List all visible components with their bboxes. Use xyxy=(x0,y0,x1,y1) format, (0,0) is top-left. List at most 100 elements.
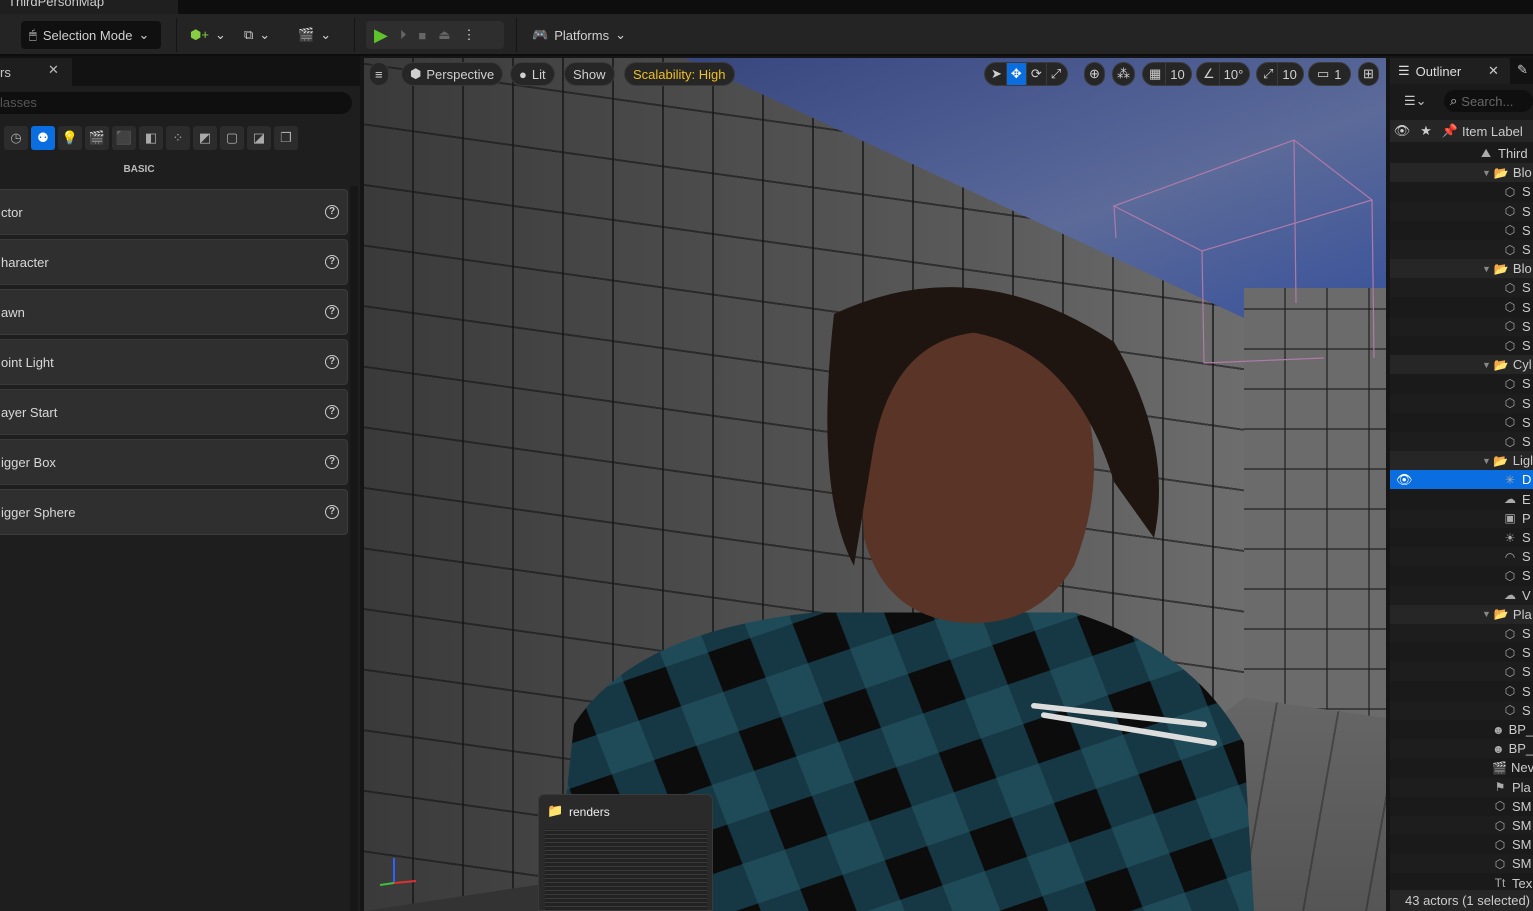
stop-icon[interactable]: ■ xyxy=(418,28,426,43)
outliner-row[interactable]: ⬡ S xyxy=(1390,432,1533,451)
place-actors-tab[interactable]: rs xyxy=(0,58,72,86)
actor-item[interactable]: igger Sphere? xyxy=(0,489,348,535)
outliner-row[interactable]: ⬡ S xyxy=(1390,700,1533,720)
close-icon[interactable]: ✕ xyxy=(1488,63,1499,79)
outliner-row[interactable]: ⬡ S xyxy=(1390,182,1533,201)
outliner-row[interactable]: ☻ BP_ xyxy=(1390,739,1533,759)
level-viewport[interactable]: ≡ ⬢ Perspective ● Lit Show Scalability: Hi… xyxy=(364,58,1386,911)
outliner-row[interactable]: ⬡ S xyxy=(1390,413,1533,432)
scalability-button[interactable]: Scalability: High xyxy=(624,62,735,86)
help-icon[interactable]: ? xyxy=(325,405,339,419)
grid-snap[interactable]: ▦ 10 xyxy=(1142,62,1192,86)
platforms-dropdown[interactable]: 🎮 Platforms ⌄ xyxy=(532,21,626,49)
edit-icon[interactable]: ✎ xyxy=(1517,62,1528,78)
play-icon[interactable]: ▶ xyxy=(374,25,388,46)
level-tab[interactable]: ThirdPersonMap xyxy=(0,0,178,14)
surface-snap-toggle[interactable]: ⁂ xyxy=(1112,62,1135,86)
other-icon[interactable]: ❐ xyxy=(274,126,298,150)
filter-icon[interactable]: ☰⌄ xyxy=(1404,93,1427,109)
close-icon[interactable]: ✕ xyxy=(48,62,59,78)
outliner-folder[interactable]: ▼ 📂 Pla xyxy=(1390,604,1533,624)
basic-icon[interactable]: ⚉ xyxy=(31,126,55,150)
outliner-folder[interactable]: ▼ 📂 Blo xyxy=(1390,163,1533,183)
expand-arrow-icon[interactable]: ▼ xyxy=(1482,360,1491,370)
scrollbar[interactable] xyxy=(350,186,358,911)
outliner-row[interactable]: ⚑ Pla xyxy=(1390,777,1533,797)
outliner-row[interactable]: 🎬 Nev xyxy=(1390,758,1533,777)
help-icon[interactable]: ? xyxy=(325,205,339,219)
outliner-folder[interactable]: ▼ 📂 Blo xyxy=(1390,259,1533,279)
outliner-row[interactable]: ⬡ S xyxy=(1390,278,1533,298)
outliner-row[interactable]: ⬡ S xyxy=(1390,298,1533,317)
rotation-snap[interactable]: ∠ 10° xyxy=(1196,62,1251,86)
recent-icon[interactable]: ◷ xyxy=(4,126,28,150)
outliner-folder[interactable]: ▼ 📂 Ligl xyxy=(1390,451,1533,471)
item-label-column[interactable]: Item Label xyxy=(1462,124,1523,139)
expand-arrow-icon[interactable]: ▼ xyxy=(1482,264,1491,274)
visibility-icon[interactable]: 👁 xyxy=(1390,123,1414,139)
outliner-row[interactable]: ⬡ SM xyxy=(1390,854,1533,874)
world-local-toggle[interactable]: ⊕ xyxy=(1084,62,1105,86)
visual-effects-icon[interactable]: ⬛ xyxy=(112,126,136,150)
outliner-row[interactable]: ⬡ S xyxy=(1390,662,1533,682)
light-icon[interactable]: 💡 xyxy=(58,126,82,150)
camera-speed[interactable]: ▭ 1 xyxy=(1308,62,1351,86)
scale-snap[interactable]: ⤢ 10 xyxy=(1256,62,1304,86)
help-icon[interactable]: ? xyxy=(325,355,339,369)
add-actor-button[interactable]: ⬢+ ⌄ xyxy=(190,21,226,49)
actor-item[interactable]: ctor? xyxy=(0,189,348,235)
advance-frame-icon[interactable]: ⏵ xyxy=(400,27,407,43)
select-tool-icon[interactable]: ➤ xyxy=(987,63,1006,85)
outliner-row[interactable]: ⬡ SM xyxy=(1390,835,1533,854)
outliner-row[interactable]: ⬡ S xyxy=(1390,221,1533,240)
star-icon[interactable]: ★ xyxy=(1414,123,1438,139)
outliner-row[interactable]: ⬡ S xyxy=(1390,336,1533,355)
search-classes-input[interactable]: lasses xyxy=(0,92,352,114)
expand-arrow-icon[interactable]: ▼ xyxy=(1482,456,1491,466)
shapes-icon[interactable]: ◩ xyxy=(193,126,217,150)
eject-icon[interactable]: ⏏ xyxy=(438,27,450,43)
outliner-row[interactable]: ⛰ Third xyxy=(1390,144,1533,163)
help-icon[interactable]: ? xyxy=(325,255,339,269)
all-classes-icon[interactable]: ⁘ xyxy=(166,126,190,150)
help-icon[interactable]: ? xyxy=(325,505,339,519)
landscape-icon[interactable]: ◪ xyxy=(247,126,271,150)
help-icon[interactable]: ? xyxy=(325,305,339,319)
actor-item[interactable]: awn? xyxy=(0,289,348,335)
outliner-row[interactable]: ⬡ S xyxy=(1390,240,1533,259)
outliner-row[interactable]: 👁 ✳ D xyxy=(1390,470,1533,490)
selection-mode-dropdown[interactable]: 🖱 Selection Mode ⌄ xyxy=(21,21,161,49)
outliner-row[interactable]: ◠ S xyxy=(1390,547,1533,567)
scale-tool-icon[interactable]: ⤢ xyxy=(1045,63,1065,85)
outliner-row[interactable]: ⬡ S xyxy=(1390,566,1533,585)
pin-icon[interactable]: 📌 xyxy=(1438,123,1462,139)
outliner-folder[interactable]: ▼ 📂 Cyl xyxy=(1390,355,1533,375)
blueprints-button[interactable]: ⧉ ⌄ xyxy=(244,21,270,49)
volumes-icon[interactable]: ◧ xyxy=(139,126,163,150)
cinematic-icon[interactable]: 🎬 xyxy=(85,126,109,150)
geometry-icon[interactable]: ▢ xyxy=(220,126,244,150)
outliner-row[interactable]: ⬡ S xyxy=(1390,682,1533,701)
outliner-row[interactable]: ☀ S xyxy=(1390,528,1533,547)
actor-item[interactable]: ayer Start? xyxy=(0,389,348,435)
outliner-row[interactable]: ⬡ S xyxy=(1390,624,1533,643)
outliner-row[interactable]: ⬡ S xyxy=(1390,316,1533,336)
outliner-row[interactable]: ☁ V xyxy=(1390,585,1533,605)
viewport-layout-button[interactable]: ⊞ xyxy=(1358,62,1379,86)
more-options-icon[interactable]: ⋮ xyxy=(463,27,476,43)
cinematics-button[interactable]: 🎬 ⌄ xyxy=(298,21,331,49)
outliner-search-input[interactable]: ⌕ Search... xyxy=(1444,90,1533,112)
outliner-row[interactable]: ⬡ S xyxy=(1390,374,1533,393)
outliner-row[interactable]: Tt Tex xyxy=(1390,874,1533,889)
viewport-menu-button[interactable]: ≡ xyxy=(369,62,389,86)
outliner-row[interactable]: ⬡ S xyxy=(1390,201,1533,221)
outliner-row[interactable]: ⬡ SM xyxy=(1390,816,1533,835)
taskbar-preview[interactable]: 📁 renders xyxy=(538,794,713,911)
show-button[interactable]: Show xyxy=(564,62,615,86)
perspective-button[interactable]: ⬢ Perspective xyxy=(401,62,504,86)
outliner-row[interactable]: ⬡ SM xyxy=(1390,797,1533,816)
lit-button[interactable]: ● Lit xyxy=(510,62,555,86)
help-icon[interactable]: ? xyxy=(325,455,339,469)
actor-item[interactable]: igger Box? xyxy=(0,439,348,485)
rotate-tool-icon[interactable]: ⟳ xyxy=(1025,63,1046,85)
